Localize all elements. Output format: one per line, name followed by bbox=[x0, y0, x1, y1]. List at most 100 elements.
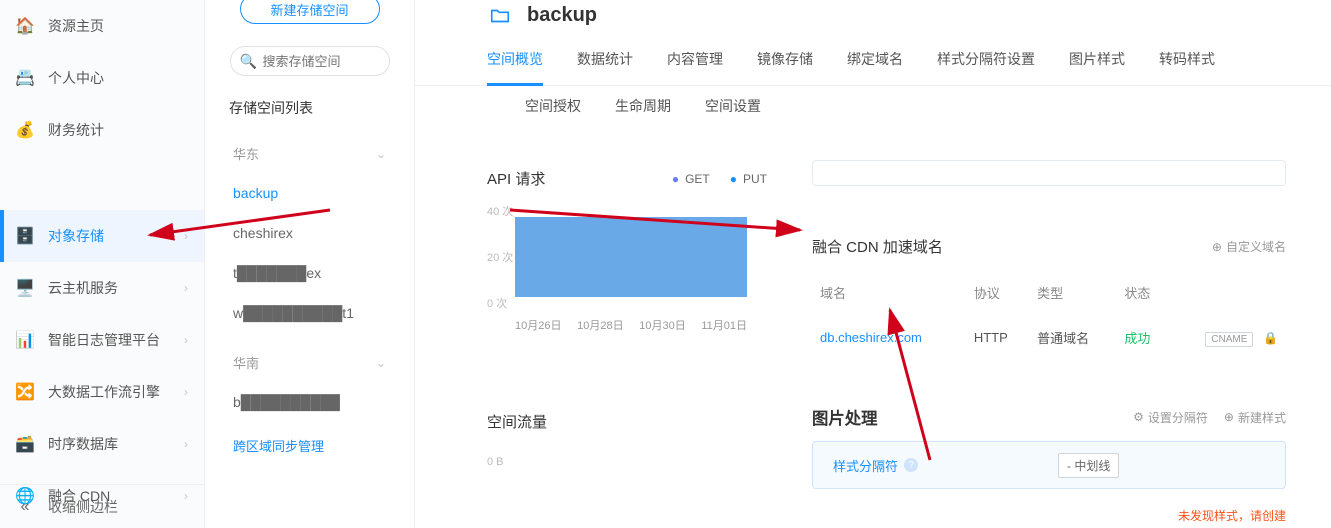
collapse-sidebar[interactable]: « 收缩侧边栏 bbox=[0, 484, 204, 528]
chevron-right-icon: › bbox=[184, 385, 188, 399]
tab-lifecycle[interactable]: 生命周期 bbox=[615, 96, 671, 116]
nav-item-object-storage[interactable]: 🗄️ 对象存储 › bbox=[0, 210, 204, 262]
new-style-button[interactable]: ⊕ 新建样式 bbox=[1224, 409, 1286, 426]
nav-label: 时序数据库 bbox=[48, 434, 118, 454]
left-column: API 请求 GET PUT 40 次 20 次 0 次 10月26日 10月2… bbox=[487, 160, 767, 468]
tab-content[interactable]: 内容管理 bbox=[667, 49, 723, 85]
nav-label: 智能日志管理平台 bbox=[48, 330, 160, 350]
nav-label: 对象存储 bbox=[48, 226, 104, 246]
nav-item-bigdata-flow[interactable]: 🔀 大数据工作流引擎 › bbox=[0, 366, 204, 418]
tab-label: 空间概览 bbox=[487, 51, 543, 67]
separator-value: - 中划线 bbox=[1058, 453, 1119, 478]
home-icon: 🏠 bbox=[14, 15, 36, 37]
bucket-item[interactable]: b██████████ bbox=[205, 382, 414, 422]
bucket-label: w██████████t1 bbox=[233, 305, 354, 321]
page-title: backup bbox=[527, 4, 597, 27]
nav-label: 资源主页 bbox=[48, 16, 104, 36]
cross-region-sync[interactable]: 跨区域同步管理 bbox=[205, 422, 414, 455]
user-icon: 📇 bbox=[14, 67, 36, 89]
col-status: 状态 bbox=[1118, 273, 1169, 316]
chevron-right-icon: › bbox=[184, 437, 188, 451]
tab-style-sep[interactable]: 样式分隔符设置 bbox=[937, 49, 1035, 85]
chevron-down-icon: ⌄ bbox=[376, 147, 386, 161]
left-nav: 🏠 资源主页 📇 个人中心 💰 财务统计 🗄️ 对象存储 › 🖥️ 云主机服务 … bbox=[0, 0, 205, 528]
nav-label: 财务统计 bbox=[48, 120, 104, 140]
bucket-label: t███████ex bbox=[233, 265, 321, 281]
xtick: 10月26日 bbox=[515, 317, 561, 333]
info-box bbox=[812, 160, 1286, 186]
gear-icon: ⚙ bbox=[1133, 410, 1144, 424]
nav-item-finance[interactable]: 💰 财务统计 bbox=[0, 104, 204, 156]
traffic-title: 空间流量 bbox=[487, 411, 767, 432]
chevron-right-icon: › bbox=[184, 333, 188, 347]
image-head: 图片处理 ⚙ 设置分隔符 ⊕ 新建样式 bbox=[812, 405, 1286, 429]
bucket-item-backup[interactable]: backup bbox=[205, 173, 414, 213]
tab-label: 空间设置 bbox=[705, 98, 761, 114]
ytick: 40 次 bbox=[487, 203, 513, 219]
tab-image-style[interactable]: 图片样式 bbox=[1069, 49, 1125, 85]
help-icon[interactable]: ? bbox=[904, 458, 918, 472]
tab-mirror[interactable]: 镜像存储 bbox=[757, 49, 813, 85]
cdn-title: 融合 CDN 加速域名 bbox=[812, 236, 943, 257]
log-icon: 📊 bbox=[14, 329, 36, 351]
chart-area bbox=[515, 217, 747, 297]
dataflow-icon: 🔀 bbox=[14, 381, 36, 403]
traffic-section: 空间流量 0 B bbox=[487, 411, 767, 468]
folder-icon bbox=[487, 5, 515, 27]
new-style-label: 新建样式 bbox=[1238, 409, 1286, 426]
legend-put: PUT bbox=[730, 172, 767, 186]
bucket-item[interactable]: cheshirex bbox=[205, 213, 414, 253]
right-column: 融合 CDN 加速域名 ⊕ 自定义域名 域名 协议 类型 状态 db.chesh… bbox=[812, 160, 1286, 489]
chevron-right-icon: › bbox=[184, 281, 188, 295]
tab-stats[interactable]: 数据统计 bbox=[577, 49, 633, 85]
cdn-domain-link[interactable]: db.cheshirex.com bbox=[820, 330, 922, 345]
bucket-panel: 新建存储空间 🔍 存储空间列表 华东 ⌄ backup cheshirex t█… bbox=[205, 0, 415, 528]
region-label: 华东 bbox=[233, 144, 259, 163]
set-sep-label: 设置分隔符 bbox=[1148, 409, 1208, 426]
search-icon: 🔍 bbox=[240, 53, 257, 70]
nav-item-tsdb[interactable]: 🗃️ 时序数据库 › bbox=[0, 418, 204, 470]
tab-label: 样式分隔符设置 bbox=[937, 51, 1035, 67]
chevron-down-icon: ⌄ bbox=[376, 356, 386, 370]
region-south[interactable]: 华南 ⌄ bbox=[205, 343, 414, 382]
cname-badge: CNAME bbox=[1205, 332, 1253, 347]
bucket-item[interactable]: w██████████t1 bbox=[205, 293, 414, 333]
nav-item-resources[interactable]: 🏠 资源主页 bbox=[0, 0, 204, 52]
nav-item-profile[interactable]: 📇 个人中心 bbox=[0, 52, 204, 104]
tabs-row-1: 空间概览 数据统计 内容管理 镜像存储 绑定域名 样式分隔符设置 图片样式 转码… bbox=[415, 43, 1331, 86]
tabs-row-2: 空间授权 生命周期 空间设置 bbox=[415, 86, 1331, 130]
bucket-label: backup bbox=[233, 185, 278, 201]
tab-transcode-style[interactable]: 转码样式 bbox=[1159, 49, 1215, 85]
nav-label: 个人中心 bbox=[48, 68, 104, 88]
bucket-item[interactable]: t███████ex bbox=[205, 253, 414, 293]
xtick: 10月30日 bbox=[639, 317, 685, 333]
ytick: 0 次 bbox=[487, 295, 507, 311]
col-proto: 协议 bbox=[968, 273, 1029, 316]
plus-icon: ⊕ bbox=[1224, 410, 1234, 424]
set-separator-button[interactable]: ⚙ 设置分隔符 bbox=[1133, 409, 1208, 426]
new-bucket-label: 新建存储空间 bbox=[270, 0, 348, 19]
region-east[interactable]: 华东 ⌄ bbox=[205, 134, 414, 173]
chevron-right-icon: › bbox=[184, 229, 188, 243]
api-chart: 40 次 20 次 0 次 10月26日 10月28日 10月30日 11月01… bbox=[487, 203, 747, 333]
nav-item-log-platform[interactable]: 📊 智能日志管理平台 › bbox=[0, 314, 204, 366]
tab-auth[interactable]: 空间授权 bbox=[525, 96, 581, 116]
tab-label: 绑定域名 bbox=[847, 51, 903, 67]
new-bucket-button[interactable]: 新建存储空间 bbox=[240, 0, 380, 24]
bucket-label: cheshirex bbox=[233, 225, 293, 241]
api-legend: GET PUT bbox=[672, 172, 767, 186]
tsdb-icon: 🗃️ bbox=[14, 433, 36, 455]
custom-domain-button[interactable]: ⊕ 自定义域名 bbox=[1212, 238, 1286, 255]
col-domain: 域名 bbox=[814, 273, 966, 316]
plus-icon: ⊕ bbox=[1212, 240, 1222, 254]
nav-item-cloud-host[interactable]: 🖥️ 云主机服务 › bbox=[0, 262, 204, 314]
region-label: 华南 bbox=[233, 353, 259, 372]
lock-icon: 🔒 bbox=[1263, 331, 1278, 345]
tab-overview[interactable]: 空间概览 bbox=[487, 49, 543, 86]
tab-label: 图片样式 bbox=[1069, 51, 1125, 67]
chart-xaxis: 10月26日 10月28日 10月30日 11月01日 bbox=[515, 317, 747, 333]
cdn-head: 融合 CDN 加速域名 ⊕ 自定义域名 bbox=[812, 236, 1286, 257]
tab-label: 数据统计 bbox=[577, 51, 633, 67]
tab-settings[interactable]: 空间设置 bbox=[705, 96, 761, 116]
tab-bind-domain[interactable]: 绑定域名 bbox=[847, 49, 903, 85]
